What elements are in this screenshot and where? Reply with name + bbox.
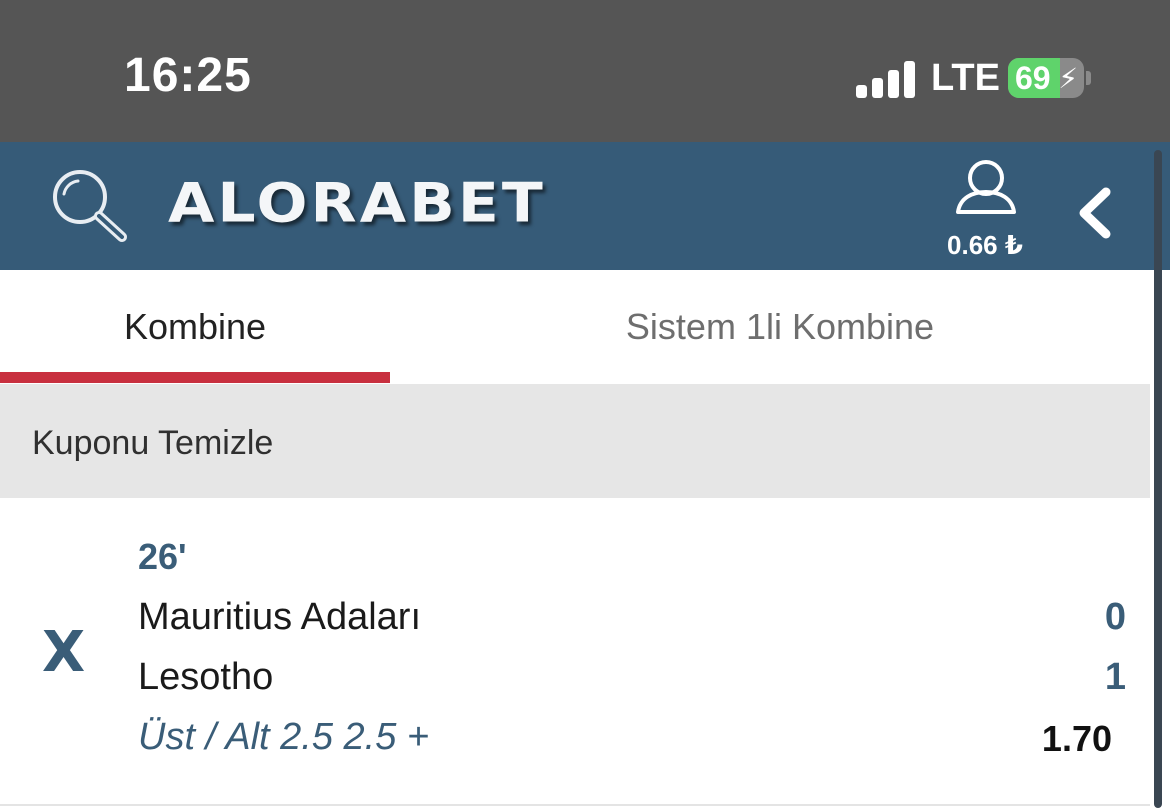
network-type: LTE	[931, 57, 1000, 99]
bet-market: Üst / Alt 2.5 2.5 +	[138, 716, 430, 758]
search-icon[interactable]	[48, 166, 132, 246]
tab-sistem-kombine[interactable]: Sistem 1li Kombine	[390, 270, 1170, 384]
match-minute: 26'	[138, 536, 187, 577]
bet-type-tabs: Kombine Sistem 1li Kombine	[0, 270, 1150, 384]
status-time: 16:25	[124, 49, 252, 102]
alorabet-logo[interactable]: ALORABET	[168, 172, 546, 235]
home-score: 0	[1104, 596, 1126, 638]
account-balance[interactable]: 0.66 ₺	[940, 230, 1030, 261]
divider	[0, 804, 1150, 806]
home-team: Mauritius Adaları	[138, 596, 422, 638]
battery-icon: 69 ⚡	[1008, 58, 1084, 98]
scrollbar[interactable]	[1154, 150, 1162, 808]
away-team: Lesotho	[138, 656, 274, 698]
bet-odds: 1.70	[1041, 718, 1112, 759]
tab-kombine[interactable]: Kombine	[0, 270, 390, 384]
user-icon[interactable]	[948, 156, 1024, 222]
charging-bolt-icon: ⚡	[1058, 63, 1078, 94]
signal-icon	[856, 60, 916, 98]
remove-bet-button[interactable]: X	[42, 620, 85, 685]
chevron-left-icon[interactable]	[1072, 186, 1118, 240]
battery-level: 69	[1015, 60, 1051, 96]
clear-coupon-button[interactable]: Kuponu Temizle	[32, 424, 273, 463]
battery-nub	[1086, 71, 1091, 85]
away-score: 1	[1104, 656, 1126, 698]
active-tab-indicator	[0, 372, 390, 383]
